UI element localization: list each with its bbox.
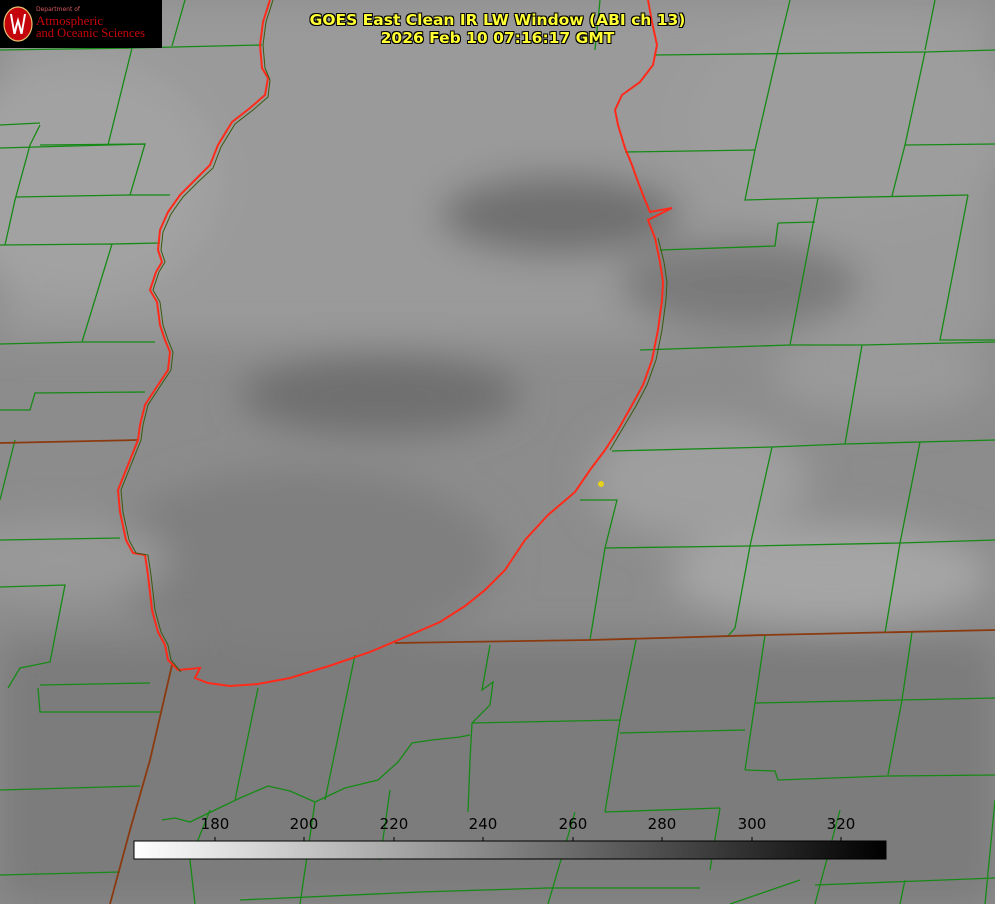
location-marker	[598, 481, 604, 487]
colorbar-tick-label: 180	[200, 815, 230, 833]
colorbar-tick-label: 220	[379, 815, 409, 833]
uw-crest-icon	[3, 6, 33, 42]
logo-line-1: Atmospheric	[36, 12, 104, 28]
colorbar-tick-label: 280	[647, 815, 677, 833]
colorbar	[133, 840, 887, 860]
satellite-map	[0, 0, 995, 904]
colorbar-tick-label: 300	[737, 815, 767, 833]
colorbar-tick-label: 260	[558, 815, 588, 833]
aos-logo: Department of Atmospheric and Oceanic Sc…	[0, 0, 162, 48]
colorbar-tick-label: 320	[826, 815, 856, 833]
colorbar-tick-label: 200	[289, 815, 319, 833]
colorbar-tick-label: 240	[468, 815, 498, 833]
logo-line-2: and Oceanic Sciences	[36, 26, 145, 41]
